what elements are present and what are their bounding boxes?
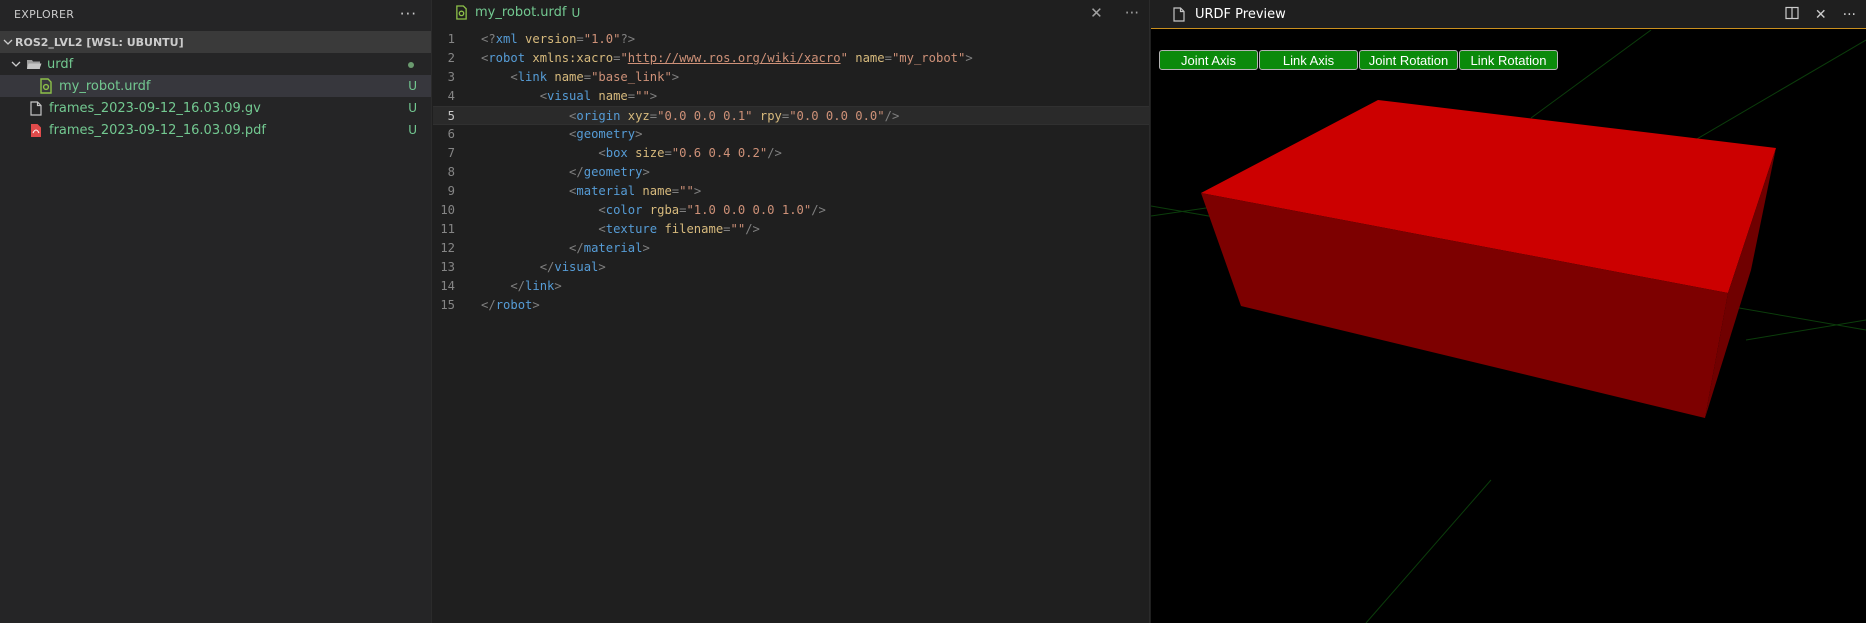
git-status-badge: U [571, 5, 581, 20]
preview-tab-bar: URDF Preview ✕ ··· [1151, 0, 1866, 29]
modified-dot-indicator [408, 62, 414, 68]
more-actions-icon[interactable]: ··· [1125, 4, 1139, 22]
code-line: 14 </link> [433, 277, 1149, 296]
joint-rotation-button[interactable]: Joint Rotation [1359, 50, 1458, 70]
tree-item-frames-pdf[interactable]: frames_2023-09-12_16.03.09.pdf U [0, 119, 431, 141]
code-line: 15 </robot> [433, 296, 1149, 315]
line-number: 3 [447, 70, 455, 84]
line-number: 14 [440, 279, 455, 293]
link-axis-button[interactable]: Link Axis [1259, 50, 1358, 70]
code-line-current: 5 <origin xyz="0.0 0.0 0.1" rpy="0.0 0.0… [433, 106, 1149, 125]
tree-item-label: frames_2023-09-12_16.03.09.pdf [49, 122, 266, 138]
explorer-header: EXPLORER ··· [0, 0, 431, 28]
editor-tab-title: my_robot.urdf [475, 5, 567, 20]
line-number: 12 [440, 241, 455, 255]
code-line: 8 </geometry> [433, 163, 1149, 182]
close-icon[interactable]: ✕ [1090, 4, 1103, 22]
explorer-title: EXPLORER [14, 7, 75, 21]
editor-tab-actions: ✕ ··· [1090, 0, 1139, 25]
tree-item-label: urdf [47, 56, 74, 72]
line-number: 11 [440, 222, 455, 236]
line-number: 13 [440, 260, 455, 274]
xacro-url-link[interactable]: http://www.ros.org/wiki/xacro [628, 51, 841, 65]
file-icon [1171, 6, 1187, 22]
line-number: 7 [447, 146, 455, 160]
line-number: 15 [440, 298, 455, 312]
urdf-preview-panel: URDF Preview ✕ ··· Joint Axis Link Axis … [1151, 0, 1866, 623]
line-number: 8 [447, 165, 455, 179]
line-number: 6 [447, 127, 455, 141]
explorer-more-actions-icon[interactable]: ··· [400, 5, 417, 23]
line-number: 5 [447, 109, 455, 123]
code-line: 12 </material> [433, 239, 1149, 258]
tree-item-my-robot-urdf[interactable]: my_robot.urdf U [0, 75, 431, 97]
editor-tab-my-robot-urdf[interactable]: my_robot.urdf U [433, 0, 580, 25]
close-icon[interactable]: ✕ [1815, 7, 1827, 23]
more-actions-icon[interactable]: ··· [1843, 7, 1856, 23]
explorer-panel: EXPLORER ··· ROS2_LVL2 [WSL: UBUNTU] urd… [0, 0, 432, 623]
git-status-badge: U [408, 123, 417, 137]
split-editor-icon[interactable] [1785, 6, 1799, 24]
git-status-badge: U [408, 79, 417, 93]
red-box-model [1201, 100, 1776, 418]
preview-toolbar: Joint Axis Link Axis Joint Rotation Link… [1159, 50, 1558, 70]
workspace-label: ROS2_LVL2 [WSL: UBUNTU] [15, 35, 184, 49]
code-line: 4 <visual name=""> [433, 87, 1149, 106]
line-number: 2 [447, 51, 455, 65]
preview-tab-title: URDF Preview [1195, 6, 1286, 22]
code-area[interactable]: 1 <?xml version="1.0"?> 2 <robot xmlns:xac… [433, 30, 1149, 315]
code-editor: my_robot.urdf U ✕ ··· 1 <?xml version="1.… [433, 0, 1150, 623]
tree-item-label: my_robot.urdf [59, 78, 151, 94]
preview-tab-actions: ✕ ··· [1785, 0, 1856, 29]
line-number: 9 [447, 184, 455, 198]
chevron-down-icon[interactable] [2, 37, 14, 47]
line-number: 10 [440, 203, 455, 217]
workspace-header[interactable]: ROS2_LVL2 [WSL: UBUNTU] [0, 31, 431, 53]
joint-axis-button[interactable]: Joint Axis [1159, 50, 1258, 70]
code-line: 9 <material name=""> [433, 182, 1149, 201]
code-line: 3 <link name="base_link"> [433, 68, 1149, 87]
code-line: 11 <texture filename=""/> [433, 220, 1149, 239]
code-line: 2 <robot xmlns:xacro="http://www.ros.org/… [433, 49, 1149, 68]
urdf-file-icon [38, 78, 54, 94]
code-line: 7 <box size="0.6 0.4 0.2"/> [433, 144, 1149, 163]
code-line: 6 <geometry> [433, 125, 1149, 144]
preview-tab[interactable]: URDF Preview [1151, 6, 1286, 22]
line-number: 1 [447, 32, 455, 46]
line-number: 4 [447, 89, 455, 103]
tree-item-label: frames_2023-09-12_16.03.09.gv [49, 100, 261, 116]
tree-item-frames-gv[interactable]: frames_2023-09-12_16.03.09.gv U [0, 97, 431, 119]
code-line: 10 <color rgba="1.0 0.0 0.0 1.0"/> [433, 201, 1149, 220]
git-status-badge: U [408, 101, 417, 115]
editor-tab-bar: my_robot.urdf U ✕ ··· [433, 0, 1149, 25]
code-line: 1 <?xml version="1.0"?> [433, 30, 1149, 49]
folder-open-icon [26, 56, 42, 72]
3d-viewport[interactable] [1151, 30, 1866, 623]
chevron-down-icon[interactable] [10, 56, 22, 72]
pdf-file-icon [28, 122, 44, 138]
file-icon [28, 100, 44, 116]
code-line: 13 </visual> [433, 258, 1149, 277]
tree-item-urdf-folder[interactable]: urdf [0, 53, 431, 75]
urdf-file-icon [453, 5, 469, 21]
link-rotation-button[interactable]: Link Rotation [1459, 50, 1558, 70]
